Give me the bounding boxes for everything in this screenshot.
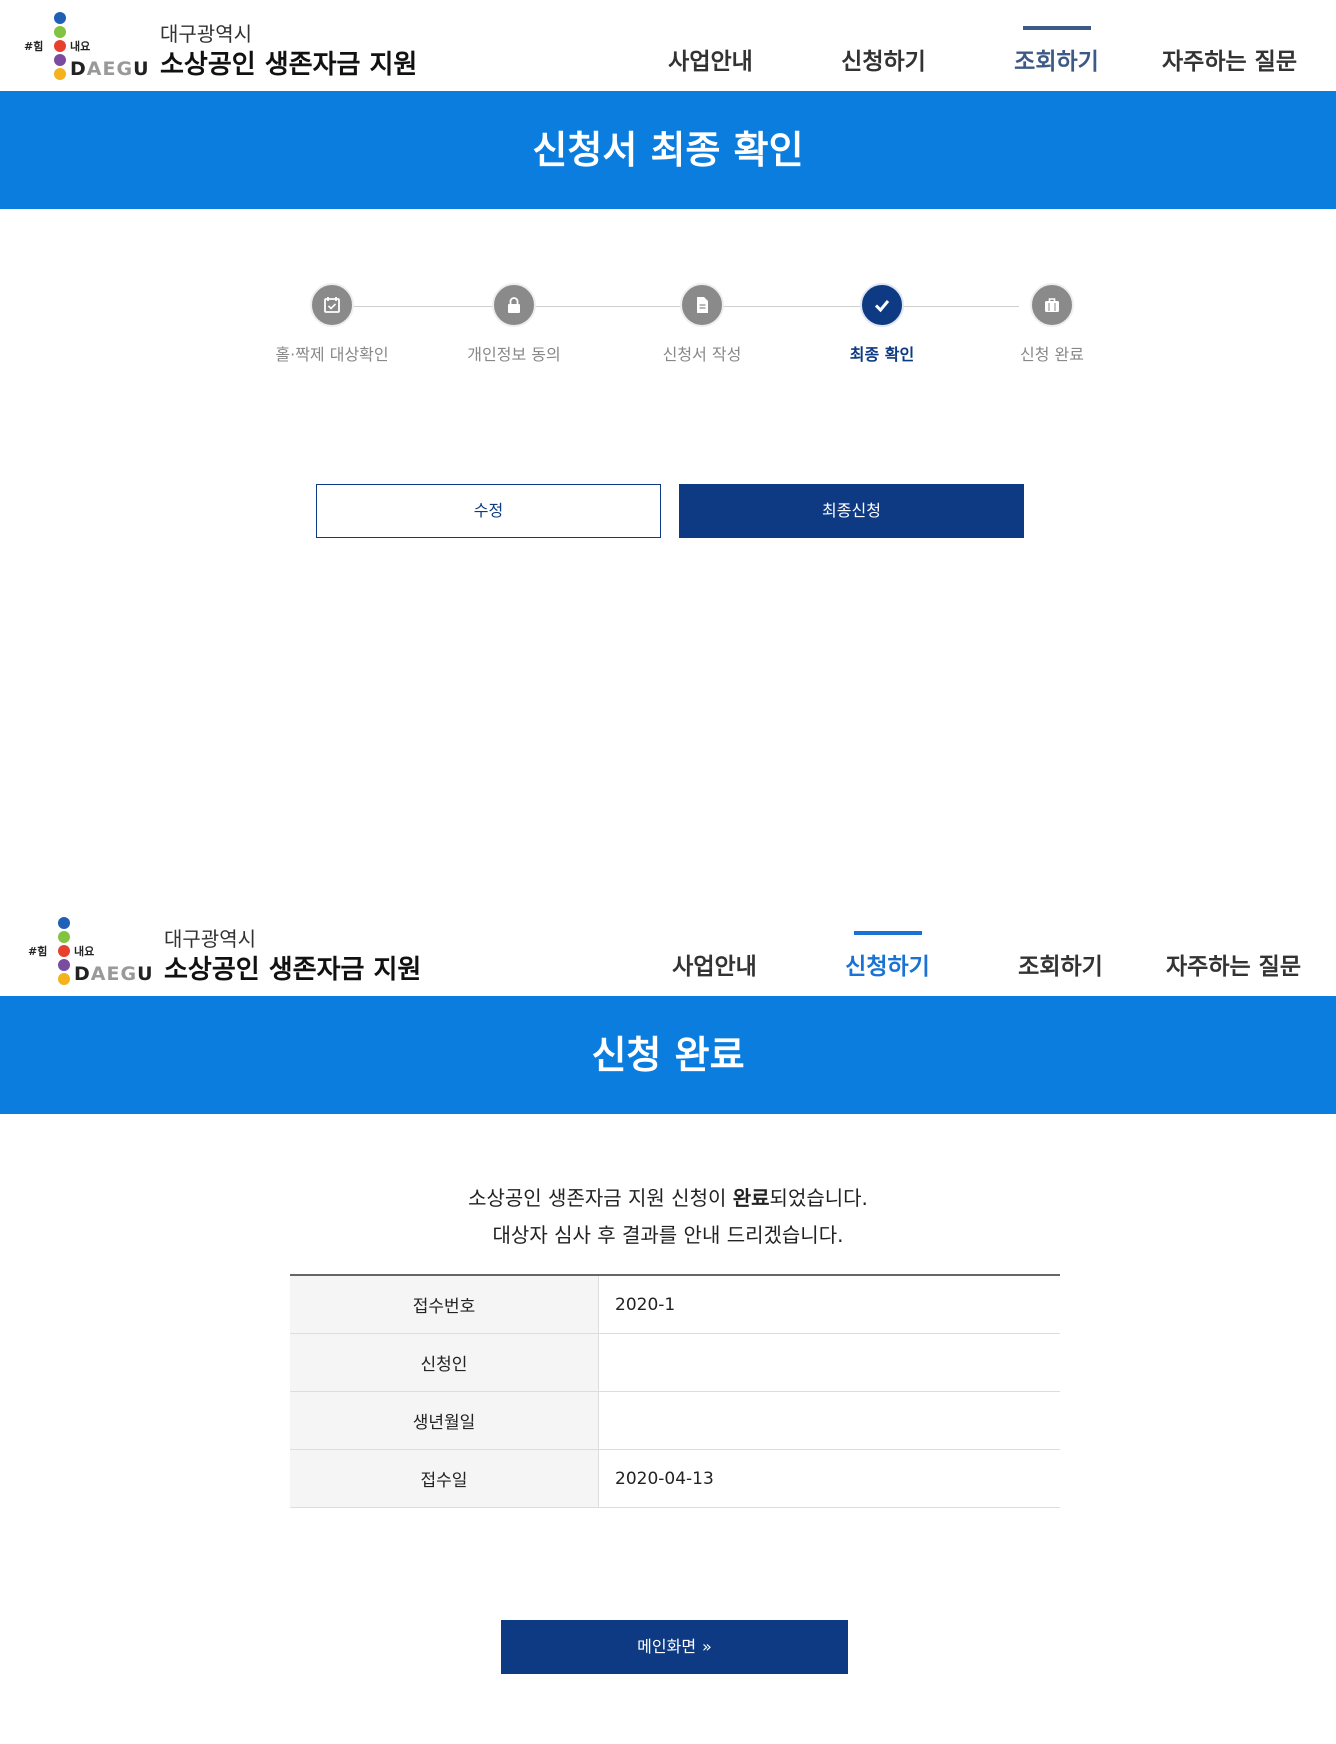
- logo-hash-text: #힘: [28, 945, 48, 958]
- daegu-logo[interactable]: #힘 내요 DAEGU: [24, 10, 148, 82]
- page-title-banner: 신청 완료: [0, 996, 1336, 1114]
- logo-daegu-text: DAEGU: [70, 58, 150, 80]
- table-row: 접수번호 2020-1: [290, 1275, 1060, 1334]
- step-eligibility: 홀·짝제 대상확인: [262, 283, 402, 365]
- nav-item-faq[interactable]: 자주하는 질문: [1143, 28, 1316, 76]
- nav-item-business-info[interactable]: 사업안내: [624, 28, 797, 76]
- nav-item-faq[interactable]: 자주하는 질문: [1147, 933, 1320, 981]
- site-title[interactable]: 소상공인 생존자금 지원: [164, 949, 421, 986]
- table-row: 생년월일: [290, 1391, 1060, 1450]
- logo-naeyo-text: 내요: [74, 945, 95, 958]
- final-submit-button[interactable]: 최종신청: [679, 484, 1024, 538]
- nav-item-inquiry[interactable]: 조회하기: [970, 26, 1143, 76]
- completion-message-line2: 대상자 심사 후 결과를 안내 드리겠습니다.: [492, 1223, 844, 1247]
- step-complete: 신청 완료: [982, 283, 1122, 365]
- step-label: 홀·짝제 대상확인: [275, 345, 389, 364]
- logo-naeyo-text: 내요: [70, 40, 91, 53]
- document-icon: [680, 283, 724, 327]
- site-title[interactable]: 소상공인 생존자금 지원: [160, 44, 417, 81]
- step-privacy: 개인정보 동의: [444, 283, 584, 365]
- completion-message: 소상공인 생존자금 지원 신청이 완료되었습니다. 대상자 심사 후 결과를 안…: [0, 1180, 1336, 1254]
- site-subtitle: 대구광역시: [164, 927, 256, 951]
- birthdate-value: [598, 1391, 1060, 1450]
- site-header: #힘 내요 DAEGU 대구광역시 소상공인 생존자금 지원 사업안내 신청하기…: [0, 0, 1336, 91]
- nav-item-apply[interactable]: 신청하기: [801, 931, 974, 981]
- action-buttons: 수정 최종신청: [316, 484, 1025, 538]
- step-label: 최종 확인: [849, 345, 915, 364]
- step-form: 신청서 작성: [632, 283, 772, 365]
- table-row: 신청인: [290, 1333, 1060, 1392]
- main-screen-button[interactable]: 메인화면 »: [501, 1620, 848, 1674]
- receipt-date-value: 2020-04-13: [598, 1449, 1060, 1508]
- logo-hash-text: #힘: [24, 40, 44, 53]
- final-confirm-screen: #힘 내요 DAEGU 대구광역시 소상공인 생존자금 지원 사업안내 신청하기…: [0, 0, 1336, 905]
- step-final-confirm: 최종 확인: [812, 283, 952, 365]
- applicant-label: 신청인: [290, 1333, 599, 1392]
- main-screen-button-label: 메인화면: [637, 1637, 697, 1656]
- page-title-banner: 신청서 최종 확인: [0, 91, 1336, 209]
- calendar-icon: [310, 283, 354, 327]
- check-icon: [860, 283, 904, 327]
- step-label: 신청서 작성: [662, 345, 742, 364]
- completion-message-line1: 소상공인 생존자금 지원 신청이 완료되었습니다.: [468, 1186, 868, 1210]
- progress-steps: 홀·짝제 대상확인 개인정보 동의 신청서 작성 최종 확인 신청 완료: [262, 283, 1084, 365]
- application-info-table: 접수번호 2020-1 신청인 생년월일 접수일 2020-04-13: [290, 1274, 1060, 1508]
- table-row: 접수일 2020-04-13: [290, 1449, 1060, 1508]
- receipt-date-label: 접수일: [290, 1449, 599, 1508]
- nav-item-inquiry[interactable]: 조회하기: [974, 933, 1147, 981]
- nav-item-business-info[interactable]: 사업안내: [628, 933, 801, 981]
- nav-item-apply[interactable]: 신청하기: [797, 28, 970, 76]
- main-nav: 사업안내 신청하기 조회하기 자주하는 질문: [624, 26, 1316, 76]
- main-nav: 사업안내 신청하기 조회하기 자주하는 질문: [628, 931, 1320, 981]
- step-label: 개인정보 동의: [467, 345, 561, 364]
- logo-daegu-text: DAEGU: [74, 963, 154, 985]
- briefcase-icon: [1030, 283, 1074, 327]
- birthdate-label: 생년월일: [290, 1391, 599, 1450]
- site-header: #힘 내요 DAEGU 대구광역시 소상공인 생존자금 지원 사업안내 신청하기…: [0, 905, 1336, 996]
- applicant-value: [598, 1333, 1060, 1392]
- receipt-number-label: 접수번호: [290, 1275, 599, 1334]
- site-subtitle: 대구광역시: [160, 22, 252, 46]
- receipt-number-value: 2020-1: [598, 1275, 1060, 1334]
- double-chevron-right-icon: »: [702, 1637, 712, 1656]
- edit-button[interactable]: 수정: [316, 484, 661, 538]
- step-label: 신청 완료: [1020, 345, 1084, 364]
- daegu-logo[interactable]: #힘 내요 DAEGU: [28, 915, 152, 987]
- lock-icon: [492, 283, 536, 327]
